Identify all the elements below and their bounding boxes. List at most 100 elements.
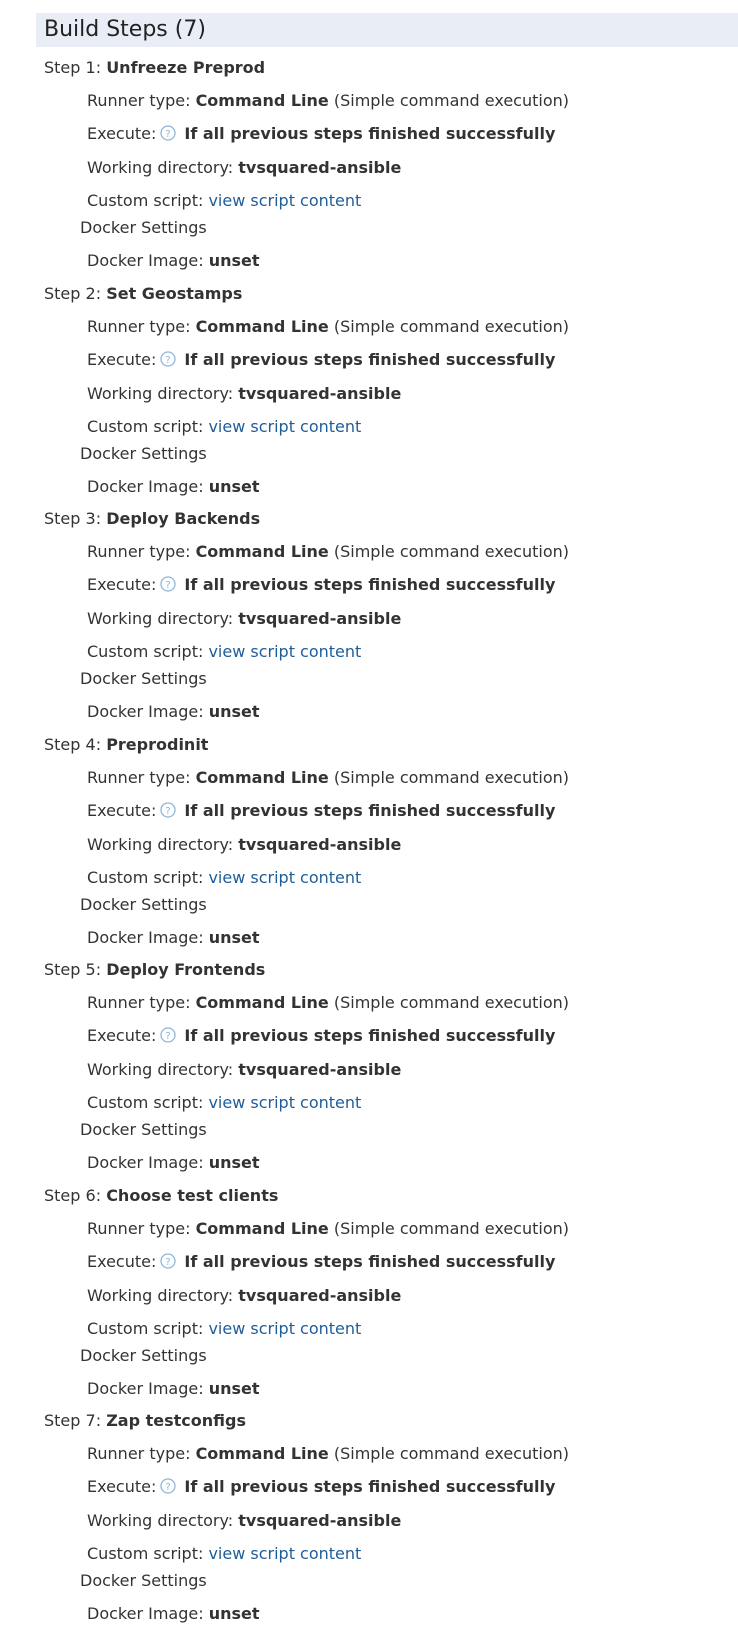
- runner-type-description: (Simple command execution): [333, 993, 569, 1012]
- svg-text:?: ?: [166, 580, 171, 591]
- step-name: Unfreeze Preprod: [106, 58, 266, 77]
- execute-value: If all previous steps finished successfu…: [184, 1477, 556, 1496]
- step-title: Step 6: Choose test clients: [44, 1185, 278, 1207]
- docker-image-row: Docker Image: unset: [87, 701, 260, 723]
- help-circle-icon[interactable]: ?: [160, 1027, 177, 1043]
- step-prefix: Step 7:: [44, 1411, 102, 1430]
- execute-row: Execute:? If all previous steps finished …: [87, 1251, 555, 1273]
- working-directory-value: tvsquared-ansible: [238, 1060, 402, 1079]
- docker-settings-heading: Docker Settings: [80, 218, 207, 237]
- runner-type-label: Runner type:: [87, 993, 191, 1012]
- help-circle-icon[interactable]: ?: [160, 1478, 177, 1494]
- build-steps-list: Step 1: Unfreeze Preprod Runner type: Com…: [0, 56, 738, 1635]
- docker-image-label: Docker Image:: [87, 1604, 204, 1623]
- execute-row: Execute:? If all previous steps finished …: [87, 800, 555, 822]
- custom-script-label: Custom script:: [87, 1093, 204, 1112]
- working-directory-value: tvsquared-ansible: [238, 834, 402, 854]
- runner-type-value: Command Line: [195, 1218, 329, 1238]
- build-step-6: Step 6: Choose test clients Runner type: …: [0, 1184, 738, 1410]
- step-name: Choose test clients: [106, 1185, 279, 1205]
- build-step-7: Step 7: Zap testconfigs Runner type: Comm…: [0, 1409, 738, 1635]
- runner-type-label: Runner type:: [87, 91, 191, 110]
- view-script-content-link[interactable]: view script content: [208, 191, 361, 210]
- working-directory-value: tvsquared-ansible: [238, 1511, 402, 1530]
- help-circle-icon[interactable]: ?: [160, 1252, 177, 1269]
- working-directory-label: Working directory:: [87, 834, 234, 854]
- svg-text:?: ?: [166, 1482, 171, 1493]
- docker-image-row: Docker Image: unset: [87, 250, 260, 272]
- execute-row: Execute:? If all previous steps finished …: [87, 574, 555, 596]
- docker-image-row: Docker Image: unset: [87, 1603, 260, 1625]
- view-script-content-link[interactable]: view script content: [208, 1319, 361, 1338]
- docker-image-value: unset: [208, 476, 260, 496]
- custom-script-label: Custom script:: [87, 1318, 204, 1338]
- docker-settings-heading: Docker Settings: [80, 1120, 207, 1139]
- docker-settings-heading: Docker Settings: [80, 669, 207, 688]
- working-directory-row: Working directory: tvsquared-ansible: [87, 608, 401, 630]
- runner-type-value: Command Line: [195, 993, 329, 1012]
- execute-label: Execute:: [87, 1251, 157, 1271]
- docker-image-label: Docker Image:: [87, 1153, 204, 1172]
- execute-value: If all previous steps finished successfu…: [184, 575, 556, 594]
- execute-label: Execute:: [87, 1477, 157, 1496]
- help-circle-icon[interactable]: ?: [160, 801, 177, 818]
- working-directory-value: tvsquared-ansible: [238, 158, 402, 177]
- step-prefix: Step 5:: [44, 960, 102, 979]
- view-script-content-link[interactable]: view script content: [208, 1544, 361, 1563]
- working-directory-row: Working directory: tvsquared-ansible: [87, 1059, 401, 1081]
- execute-row: Execute:? If all previous steps finished …: [87, 123, 555, 145]
- step-title: Step 7: Zap testconfigs: [44, 1410, 246, 1432]
- runner-type-row: Runner type: Command Line (Simple comman…: [87, 767, 569, 789]
- custom-script-row: Custom script: view script content: [87, 1318, 361, 1340]
- build-step-3: Step 3: Deploy Backends Runner type: Comm…: [0, 507, 738, 733]
- custom-script-label: Custom script:: [87, 867, 204, 887]
- help-circle-icon[interactable]: ?: [160, 576, 177, 592]
- working-directory-label: Working directory:: [87, 383, 234, 403]
- step-prefix: Step 3:: [44, 509, 102, 528]
- working-directory-value: tvsquared-ansible: [238, 383, 402, 403]
- runner-type-row: Runner type: Command Line (Simple comman…: [87, 316, 569, 338]
- docker-image-label: Docker Image:: [87, 702, 204, 721]
- execute-label: Execute:: [87, 575, 157, 594]
- build-step-2: Step 2: Set Geostamps Runner type: Comman…: [0, 282, 738, 508]
- docker-image-label: Docker Image:: [87, 1378, 204, 1398]
- step-title: Step 2: Set Geostamps: [44, 283, 242, 305]
- build-step-5: Step 5: Deploy Frontends Runner type: Com…: [0, 958, 738, 1184]
- custom-script-row: Custom script: view script content: [87, 1543, 361, 1565]
- view-script-content-link[interactable]: view script content: [208, 417, 361, 436]
- custom-script-row: Custom script: view script content: [87, 190, 361, 212]
- help-circle-icon[interactable]: ?: [160, 125, 177, 141]
- execute-value: If all previous steps finished successfu…: [184, 124, 556, 143]
- docker-image-value: unset: [208, 927, 260, 947]
- view-script-content-link[interactable]: view script content: [208, 642, 361, 661]
- svg-text:?: ?: [166, 1257, 171, 1268]
- docker-image-value: unset: [208, 1604, 260, 1623]
- step-prefix: Step 1:: [44, 58, 102, 77]
- docker-image-value: unset: [208, 251, 260, 270]
- docker-image-label: Docker Image:: [87, 476, 204, 496]
- runner-type-label: Runner type:: [87, 316, 191, 336]
- view-script-content-link[interactable]: view script content: [208, 868, 361, 887]
- execute-value: If all previous steps finished successfu…: [184, 1251, 556, 1271]
- docker-image-value: unset: [208, 702, 260, 721]
- runner-type-description: (Simple command execution): [333, 91, 569, 110]
- view-script-content-link[interactable]: view script content: [208, 1093, 361, 1112]
- working-directory-label: Working directory:: [87, 1285, 234, 1305]
- step-name: Deploy Backends: [106, 509, 261, 528]
- step-name: Zap testconfigs: [106, 1411, 246, 1430]
- custom-script-label: Custom script:: [87, 416, 204, 436]
- svg-text:?: ?: [166, 129, 171, 140]
- help-circle-icon[interactable]: ?: [160, 350, 177, 367]
- runner-type-label: Runner type:: [87, 1444, 191, 1463]
- custom-script-row: Custom script: view script content: [87, 416, 361, 438]
- step-name: Deploy Frontends: [106, 960, 266, 979]
- build-steps-header: Build Steps (7): [36, 13, 738, 47]
- docker-image-value: unset: [208, 1153, 260, 1172]
- execute-row: Execute:? If all previous steps finished …: [87, 1025, 555, 1047]
- custom-script-row: Custom script: view script content: [87, 867, 361, 889]
- working-directory-value: tvsquared-ansible: [238, 1285, 402, 1305]
- step-prefix: Step 2:: [44, 283, 102, 303]
- docker-settings-heading: Docker Settings: [80, 1345, 207, 1365]
- working-directory-row: Working directory: tvsquared-ansible: [87, 383, 401, 405]
- runner-type-row: Runner type: Command Line (Simple comman…: [87, 90, 569, 112]
